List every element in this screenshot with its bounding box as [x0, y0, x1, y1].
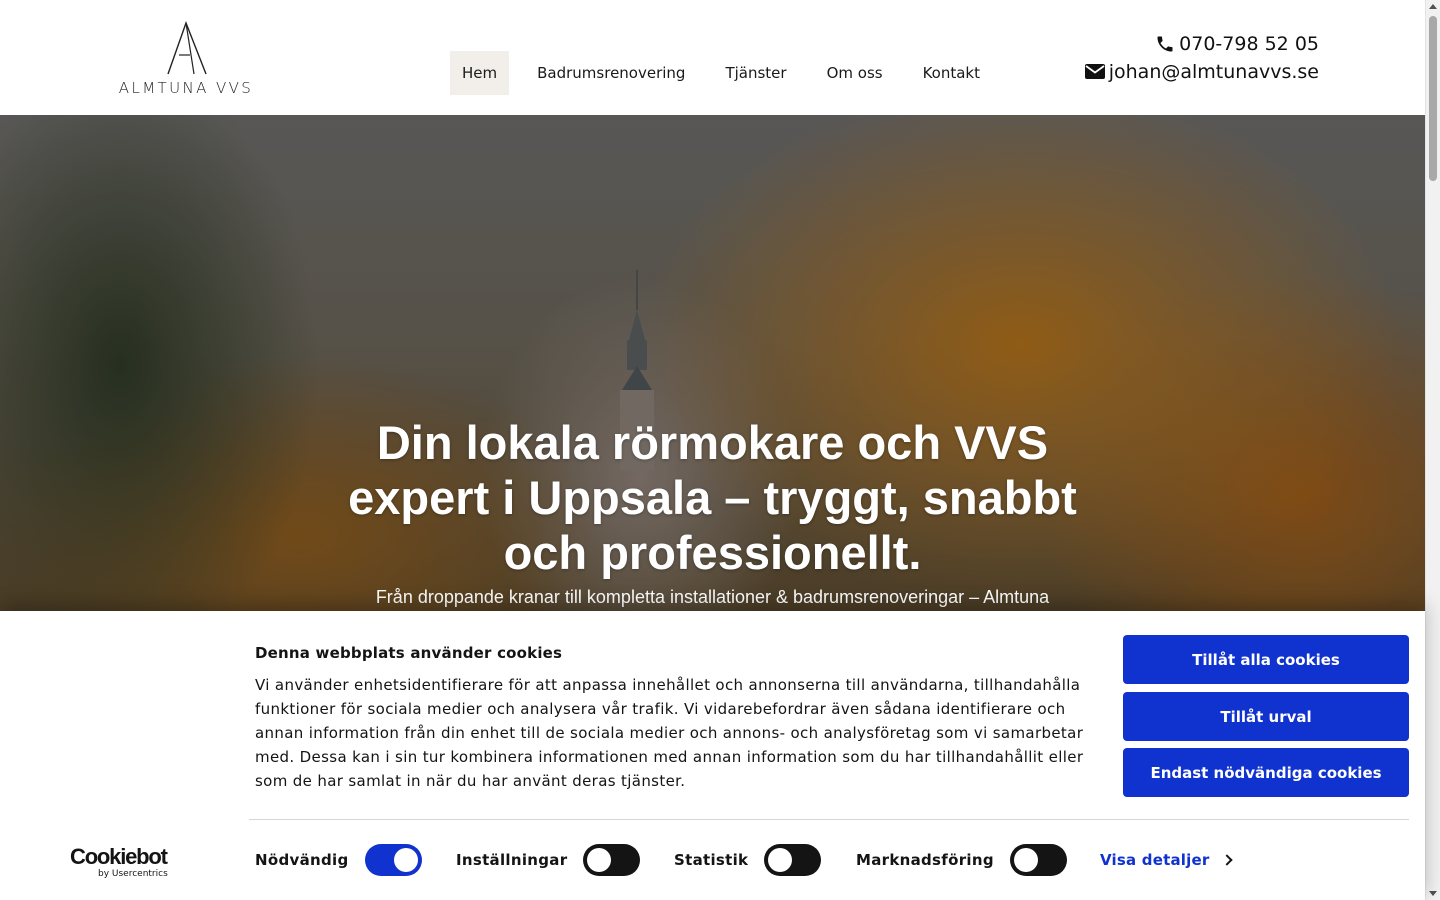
toggle-necessary: Nödvändig: [255, 843, 422, 877]
scrollbar-thumb[interactable]: [1429, 16, 1437, 181]
toggle-knob: [1013, 848, 1038, 872]
show-details-link[interactable]: Visa detaljer: [1100, 851, 1234, 869]
toggle-statistics: Statistik: [674, 843, 822, 877]
cookie-consent-banner: Denna webbplats använder cookies Vi anvä…: [0, 611, 1425, 900]
toggle-label-marketing: Marknadsföring: [856, 851, 994, 869]
toggle-label-statistics: Statistik: [674, 851, 749, 869]
main-nav: Hem Badrumsrenovering Tjänster Om oss Ko…: [450, 51, 1000, 95]
nav-item-kontakt[interactable]: Kontakt: [903, 51, 1000, 95]
page-scrollbar[interactable]: [1425, 0, 1440, 900]
cookiebot-name: Cookiebot: [70, 844, 168, 869]
toggle-knob: [768, 848, 793, 872]
contact-info: 070-798 52 05 johan@almtunavvs.se: [1084, 30, 1319, 86]
envelope-icon: [1084, 62, 1106, 82]
phone-icon: [1154, 34, 1176, 54]
email-address: johan@almtunavvs.se: [1108, 61, 1319, 83]
nav-item-om-oss[interactable]: Om oss: [807, 51, 903, 95]
hero-title: Din lokala rörmokare och VVS expert i Up…: [348, 416, 1077, 579]
cookie-description: Vi använder enhetsidentifierare för att …: [255, 676, 1084, 790]
toggle-switch-preferences[interactable]: [583, 844, 641, 876]
nav-item-badrumsrenovering[interactable]: Badrumsrenovering: [517, 51, 705, 95]
phone-number: 070-798 52 05: [1179, 33, 1319, 55]
allow-all-cookies-button[interactable]: Tillåt alla cookies: [1123, 635, 1409, 684]
allow-selection-button[interactable]: Tillåt urval: [1123, 692, 1409, 741]
toggle-label-necessary: Nödvändig: [255, 851, 349, 869]
nav-item-hem[interactable]: Hem: [450, 51, 510, 95]
logo-mark-icon: [167, 20, 207, 75]
scroll-down-arrow-icon[interactable]: [1429, 891, 1437, 896]
toggle-switch-necessary[interactable]: [364, 844, 422, 876]
toggle-knob: [587, 848, 612, 872]
necessary-only-button[interactable]: Endast nödvändiga cookies: [1123, 748, 1409, 797]
cookiebot-logo[interactable]: Cookiebot by Usercentrics: [70, 844, 175, 880]
cookie-divider: [249, 819, 1409, 820]
email-link[interactable]: johan@almtunavvs.se: [1084, 58, 1319, 86]
cookiebot-subtitle: by Usercentrics: [98, 869, 168, 879]
cookie-title: Denna webbplats använder cookies: [255, 644, 563, 662]
nav-item-tjanster[interactable]: Tjänster: [705, 51, 806, 95]
logo[interactable]: ALMTUNA VVS: [118, 20, 254, 98]
phone-link[interactable]: 070-798 52 05: [1084, 30, 1319, 58]
toggle-preferences: Inställningar: [456, 843, 641, 877]
hero-banner: Din lokala rörmokare och VVS expert i Up…: [0, 115, 1425, 615]
toggle-marketing: Marknadsföring: [856, 843, 1067, 877]
site-header: ALMTUNA VVS Hem Badrumsrenovering Tjänst…: [0, 0, 1425, 115]
toggle-knob: [393, 848, 418, 872]
toggle-switch-statistics[interactable]: [764, 844, 822, 876]
show-details-label: Visa detaljer: [1100, 851, 1210, 869]
hero-subtitle: Från droppande kranar till kompletta ins…: [375, 587, 1050, 607]
toggle-label-preferences: Inställningar: [456, 851, 568, 869]
scroll-up-arrow-icon[interactable]: [1429, 4, 1437, 9]
logo-text: ALMTUNA VVS: [118, 79, 254, 97]
chevron-right-icon: [1221, 854, 1234, 866]
toggle-switch-marketing[interactable]: [1009, 844, 1067, 876]
